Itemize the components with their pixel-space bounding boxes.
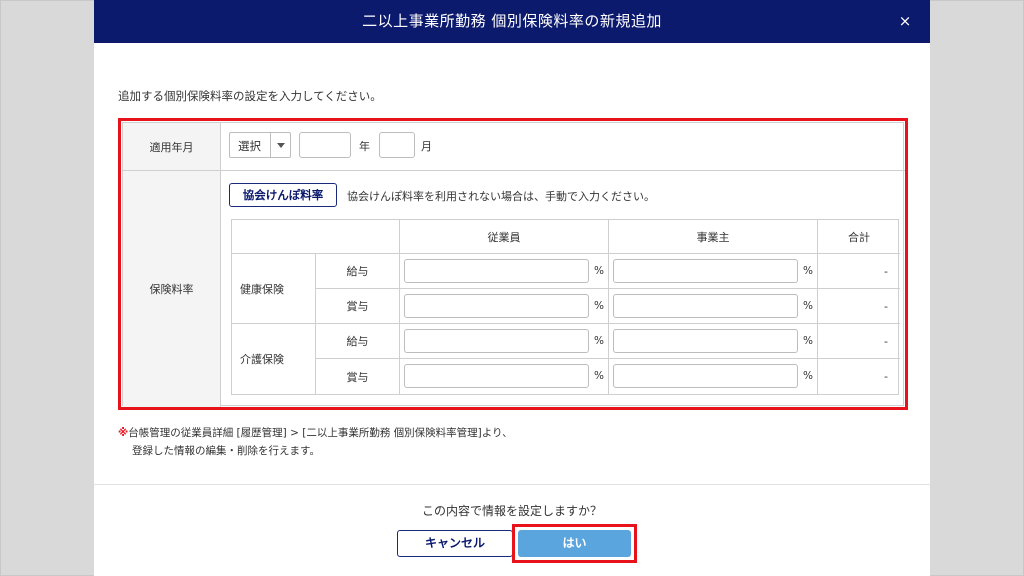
apply-month-label: 適用年月	[123, 123, 221, 170]
add-rate-dialog: 二以上事業所勤務 個別保険料率の新規追加 × 追加する個別保険料率の設定を入力し…	[94, 0, 930, 576]
dialog-title: 二以上事業所勤務 個別保険料率の新規追加	[362, 12, 662, 30]
percent-unit: %	[803, 265, 813, 277]
insurance-rate-label: 保険料率	[123, 171, 221, 407]
percent-unit: %	[594, 300, 604, 312]
percent-unit: %	[594, 370, 604, 382]
era-select-value: 選択	[238, 139, 261, 153]
care-salary-employee-input[interactable]	[404, 329, 589, 353]
intro-text: 追加する個別保険料率の設定を入力してください。	[118, 89, 382, 103]
employer-header: 事業主	[609, 220, 818, 254]
percent-unit: %	[594, 265, 604, 277]
yes-button[interactable]: はい	[518, 530, 631, 557]
year-input[interactable]	[299, 132, 351, 158]
chevron-down-icon	[277, 143, 285, 148]
health-insurance-label: 健康保険	[232, 254, 316, 324]
health-bonus-employee-input[interactable]	[404, 294, 589, 318]
percent-unit: %	[803, 300, 813, 312]
health-salary-total: -	[818, 254, 900, 289]
health-salary-label: 給与	[316, 254, 400, 289]
care-salary-label: 給与	[316, 324, 400, 359]
total-header: 合計	[818, 220, 900, 254]
care-salary-total: -	[818, 324, 900, 359]
care-insurance-label: 介護保険	[232, 324, 316, 394]
footer-divider	[94, 484, 930, 485]
care-bonus-total: -	[884, 370, 888, 383]
health-salary-employer-input[interactable]	[613, 259, 798, 283]
care-salary-employer-input[interactable]	[613, 329, 798, 353]
rate-grid: 従業員 事業主 合計 健康保険 介護保険 給与 賞与 給与 賞与 - - - -…	[231, 219, 900, 395]
health-bonus-employer-input[interactable]	[613, 294, 798, 318]
select-divider	[270, 133, 271, 157]
kyokai-rate-button[interactable]: 協会けんぽ料率	[229, 183, 337, 207]
close-icon[interactable]: ×	[894, 10, 916, 32]
confirm-question: この内容で情報を設定しますか？	[421, 504, 602, 518]
year-unit: 年	[359, 140, 370, 153]
dialog-header: 二以上事業所勤務 個別保険料率の新規追加 ×	[94, 0, 930, 43]
health-salary-employee-input[interactable]	[404, 259, 589, 283]
kyokai-note: 協会けんぽ料率を利用されない場合は、手動で入力ください。	[347, 190, 655, 203]
footnote-line2: 登録した情報の編集・削除を行えます。	[132, 445, 320, 457]
era-select[interactable]: 選択	[229, 132, 291, 158]
employee-header: 従業員	[400, 220, 609, 254]
footnote: ※台帳管理の従業員詳細 [履歴管理] > [二以上事業所勤務 個別保険料率管理]…	[118, 424, 513, 460]
percent-unit: %	[803, 335, 813, 347]
month-unit: 月	[421, 140, 432, 153]
note-mark: ※	[118, 427, 129, 439]
percent-unit: %	[803, 370, 813, 382]
grid-corner	[232, 220, 400, 254]
care-bonus-employee-input[interactable]	[404, 364, 589, 388]
footnote-line1: 台帳管理の従業員詳細 [履歴管理] > [二以上事業所勤務 個別保険料率管理]よ…	[128, 427, 513, 439]
percent-unit: %	[594, 335, 604, 347]
cancel-button[interactable]: キャンセル	[397, 530, 513, 557]
rate-form-table: 適用年月 選択 年 月 保険料率 協会けんぽ料率 協会けんぽ料率を利用されない場…	[122, 122, 905, 407]
care-bonus-employer-input[interactable]	[613, 364, 798, 388]
care-bonus-label: 賞与	[316, 359, 400, 394]
month-input[interactable]	[379, 132, 415, 158]
apply-month-row: 適用年月 選択 年 月	[123, 123, 905, 171]
insurance-rate-row: 保険料率 協会けんぽ料率 協会けんぽ料率を利用されない場合は、手動で入力ください…	[123, 171, 905, 407]
health-bonus-label: 賞与	[316, 289, 400, 324]
health-bonus-total: -	[818, 289, 900, 324]
